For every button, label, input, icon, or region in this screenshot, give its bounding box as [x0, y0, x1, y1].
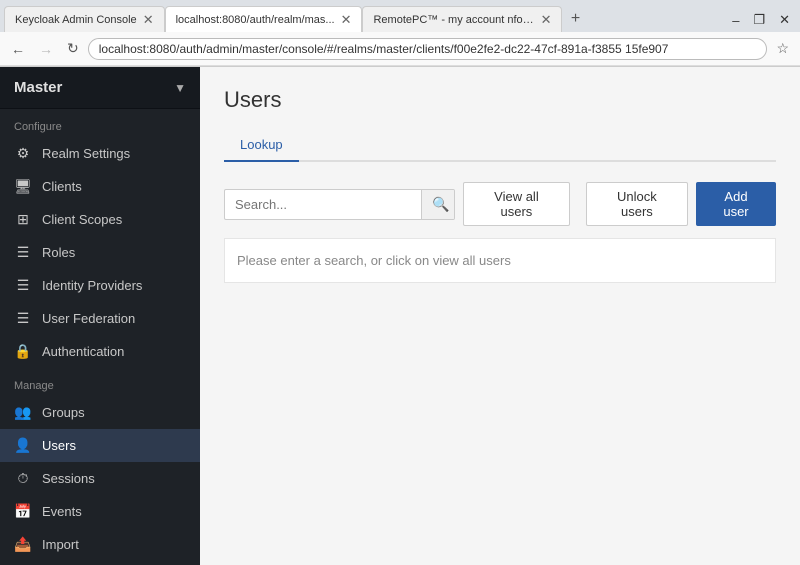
- sidebar-item-import[interactable]: 📤 Import: [0, 528, 200, 561]
- browser-tab-1[interactable]: Keycloak Admin Console ✕: [4, 6, 165, 32]
- tab-2-close[interactable]: ✕: [341, 12, 352, 28]
- sidebar-item-user-federation-label: User Federation: [42, 311, 135, 326]
- sidebar-item-events[interactable]: 📅 Events: [0, 495, 200, 528]
- view-all-users-button[interactable]: View all users: [463, 182, 570, 226]
- tab-1-close[interactable]: ✕: [143, 12, 154, 28]
- search-box: 🔍: [224, 189, 455, 220]
- url-bar[interactable]: [88, 38, 768, 60]
- sidebar-item-realm-settings-label: Realm Settings: [42, 146, 130, 161]
- tab-lookup[interactable]: Lookup: [224, 129, 299, 162]
- close-button[interactable]: ✕: [773, 12, 796, 28]
- search-row: 🔍 View all users Unlock users Add user: [224, 182, 776, 226]
- search-button[interactable]: 🔍: [421, 190, 455, 219]
- browser-tab-3[interactable]: RemotePC™ - my account nfor... ✕: [362, 6, 562, 32]
- realm-name: Master: [14, 79, 62, 96]
- page-title: Users: [224, 87, 776, 113]
- groups-icon: 👥: [14, 404, 32, 421]
- unlock-users-button[interactable]: Unlock users: [586, 182, 688, 226]
- sidebar-item-client-scopes[interactable]: ⊞ Client Scopes: [0, 203, 200, 236]
- maximize-button[interactable]: ❐: [747, 12, 771, 28]
- realm-settings-icon: ⚙: [14, 145, 32, 162]
- sidebar-item-groups[interactable]: 👥 Groups: [0, 396, 200, 429]
- sidebar-item-roles[interactable]: ☰ Roles: [0, 236, 200, 269]
- sessions-icon: ⏱: [14, 470, 32, 487]
- tab-3-title: RemotePC™ - my account nfor...: [373, 14, 534, 26]
- tab-1-title: Keycloak Admin Console: [15, 14, 137, 26]
- reload-button[interactable]: ↻: [62, 38, 84, 59]
- identity-providers-icon: ☰: [14, 277, 32, 294]
- sidebar: Master ▼ Configure ⚙ Realm Settings 🖥 Cl…: [0, 67, 200, 565]
- configure-section-label: Configure: [0, 109, 200, 137]
- forward-button[interactable]: →: [34, 39, 58, 59]
- empty-state-text: Please enter a search, or click on view …: [224, 238, 776, 283]
- sidebar-item-realm-settings[interactable]: ⚙ Realm Settings: [0, 137, 200, 170]
- sidebar-item-identity-providers[interactable]: ☰ Identity Providers: [0, 269, 200, 302]
- manage-section-label: Manage: [0, 368, 200, 396]
- sidebar-item-clients[interactable]: 🖥 Clients: [0, 170, 200, 203]
- tabs-bar: Lookup: [224, 129, 776, 162]
- sidebar-item-roles-label: Roles: [42, 245, 75, 260]
- sidebar-item-clients-label: Clients: [42, 179, 82, 194]
- realm-dropdown-icon: ▼: [174, 81, 186, 95]
- sidebar-item-sessions[interactable]: ⏱ Sessions: [0, 462, 200, 495]
- sidebar-item-events-label: Events: [42, 504, 82, 519]
- sidebar-item-authentication[interactable]: 🔒 Authentication: [0, 335, 200, 368]
- sidebar-item-groups-label: Groups: [42, 405, 85, 420]
- sidebar-item-client-scopes-label: Client Scopes: [42, 212, 122, 227]
- sidebar-item-users-label: Users: [42, 438, 76, 453]
- search-input[interactable]: [225, 191, 421, 218]
- sidebar-item-import-label: Import: [42, 537, 79, 552]
- sidebar-item-export[interactable]: 📥 Export: [0, 561, 200, 565]
- clients-icon: 🖥: [14, 178, 32, 195]
- browser-tab-2[interactable]: localhost:8080/auth/realm/mas... ✕: [165, 6, 363, 32]
- sidebar-item-user-federation[interactable]: ☰ User Federation: [0, 302, 200, 335]
- users-icon: 👤: [14, 437, 32, 454]
- events-icon: 📅: [14, 503, 32, 520]
- sidebar-item-users[interactable]: 👤 Users: [0, 429, 200, 462]
- roles-icon: ☰: [14, 244, 32, 261]
- new-tab-button[interactable]: +: [562, 6, 588, 32]
- sidebar-item-authentication-label: Authentication: [42, 344, 124, 359]
- realm-header[interactable]: Master ▼: [0, 67, 200, 109]
- sidebar-item-identity-providers-label: Identity Providers: [42, 278, 142, 293]
- add-user-button[interactable]: Add user: [696, 182, 776, 226]
- sidebar-item-sessions-label: Sessions: [42, 471, 95, 486]
- bookmark-button[interactable]: ☆: [771, 38, 794, 59]
- tab-3-close[interactable]: ✕: [541, 12, 552, 28]
- back-button[interactable]: ←: [6, 39, 30, 59]
- authentication-icon: 🔒: [14, 343, 32, 360]
- minimize-button[interactable]: –: [726, 12, 745, 28]
- import-icon: 📤: [14, 536, 32, 553]
- main-content: Users Lookup 🔍 View all users Unlock use…: [200, 67, 800, 565]
- tab-2-title: localhost:8080/auth/realm/mas...: [176, 14, 335, 26]
- user-federation-icon: ☰: [14, 310, 32, 327]
- client-scopes-icon: ⊞: [14, 211, 32, 228]
